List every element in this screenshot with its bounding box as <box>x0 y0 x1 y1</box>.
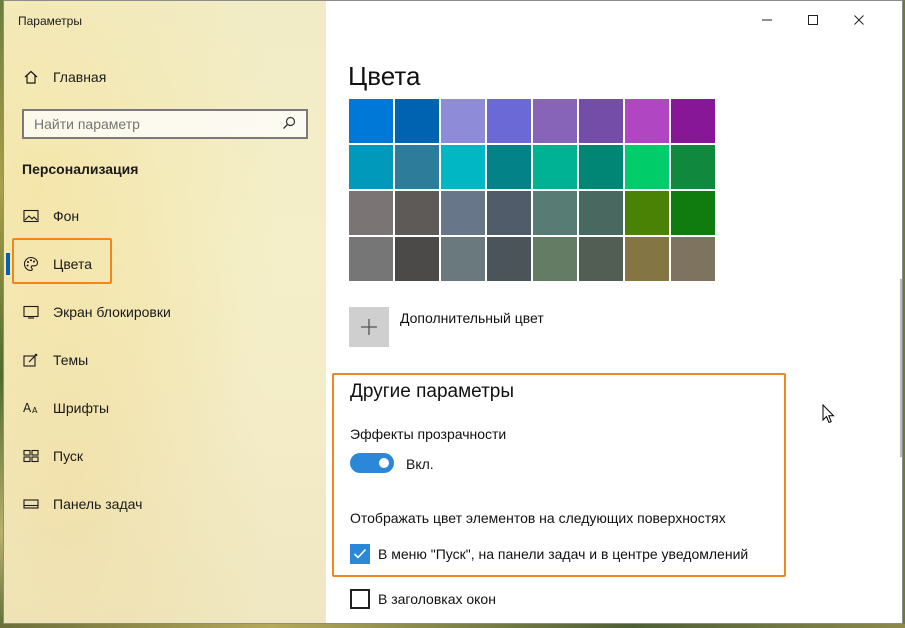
color-swatch[interactable] <box>625 145 669 189</box>
sidebar-item-label: Темы <box>53 352 89 368</box>
image-icon <box>23 208 39 224</box>
window-title: Параметры <box>18 14 82 28</box>
color-swatch[interactable] <box>533 145 577 189</box>
checkbox-title-bars[interactable]: В заголовках окон <box>350 589 496 609</box>
color-swatch[interactable] <box>487 237 531 281</box>
color-swatch[interactable] <box>349 99 393 143</box>
desktop-edge-bottom <box>0 624 905 628</box>
section-title: Персонализация <box>22 161 139 177</box>
search-box[interactable] <box>22 109 308 139</box>
color-swatch[interactable] <box>395 99 439 143</box>
color-swatch-grid <box>349 99 715 281</box>
lock-screen-icon <box>23 304 39 320</box>
maximize-button[interactable] <box>790 1 836 39</box>
color-swatch[interactable] <box>579 99 623 143</box>
svg-text:A: A <box>32 406 38 415</box>
sidebar-item-fonts[interactable]: AA Шрифты <box>4 388 326 428</box>
minimize-button[interactable] <box>744 1 790 39</box>
color-swatch[interactable] <box>441 237 485 281</box>
sidebar-item-home[interactable]: Главная <box>4 57 326 97</box>
highlight-colors <box>12 238 112 284</box>
color-swatch[interactable] <box>487 191 531 235</box>
color-swatch[interactable] <box>579 237 623 281</box>
maximize-icon <box>808 15 818 25</box>
color-swatch[interactable] <box>625 99 669 143</box>
color-swatch[interactable] <box>625 237 669 281</box>
color-swatch[interactable] <box>349 145 393 189</box>
sidebar: Параметры Главная Персонализация Фон <box>4 1 326 623</box>
color-swatch[interactable] <box>487 145 531 189</box>
color-swatch[interactable] <box>349 237 393 281</box>
minimize-icon <box>762 19 772 21</box>
checkbox-label: В меню "Пуск", на панели задач и в центр… <box>378 546 749 562</box>
color-swatch[interactable] <box>671 99 715 143</box>
close-icon <box>854 15 864 25</box>
sidebar-item-label: Шрифты <box>53 400 110 416</box>
sidebar-item-taskbar[interactable]: Панель задач <box>4 484 326 524</box>
fonts-icon: AA <box>23 400 39 416</box>
transparency-toggle[interactable] <box>350 453 394 473</box>
custom-color-button[interactable] <box>349 307 389 347</box>
color-swatch[interactable] <box>395 237 439 281</box>
color-swatch[interactable] <box>671 145 715 189</box>
checkbox-start-taskbar[interactable]: В меню "Пуск", на панели задач и в центр… <box>350 544 748 564</box>
color-swatch[interactable] <box>671 237 715 281</box>
color-swatch[interactable] <box>533 191 577 235</box>
checkmark-icon <box>353 548 367 559</box>
transparency-state: Вкл. <box>406 456 434 472</box>
svg-text:A: A <box>23 401 32 415</box>
checkbox-checked[interactable] <box>350 544 370 564</box>
checkbox-label: В заголовках окон <box>378 591 496 607</box>
plus-icon <box>361 319 377 335</box>
sidebar-item-label: Главная <box>53 69 107 85</box>
taskbar-icon <box>23 496 39 512</box>
color-swatch[interactable] <box>625 191 669 235</box>
sidebar-item-start[interactable]: Пуск <box>4 436 326 476</box>
sidebar-item-label: Пуск <box>53 448 84 464</box>
sidebar-item-label: Экран блокировки <box>53 304 171 320</box>
color-swatch[interactable] <box>487 99 531 143</box>
home-icon <box>23 69 39 85</box>
other-settings-title: Другие параметры <box>350 381 515 402</box>
checkbox-unchecked[interactable] <box>350 589 370 609</box>
sidebar-item-lock-screen[interactable]: Экран блокировки <box>4 292 326 332</box>
sidebar-item-label: Фон <box>53 208 80 224</box>
close-button[interactable] <box>836 1 882 39</box>
themes-icon <box>23 352 39 368</box>
color-swatch[interactable] <box>533 237 577 281</box>
color-swatch[interactable] <box>579 145 623 189</box>
color-swatch[interactable] <box>441 145 485 189</box>
sidebar-item-label: Панель задач <box>53 496 143 512</box>
custom-color-label[interactable]: Дополнительный цвет <box>400 310 544 326</box>
color-swatch[interactable] <box>441 191 485 235</box>
surfaces-label: Отображать цвет элементов на следующих п… <box>350 510 726 526</box>
search-input[interactable] <box>24 115 282 133</box>
scrollbar[interactable] <box>900 279 902 457</box>
mouse-cursor-icon <box>822 403 836 429</box>
settings-window: Параметры Главная Персонализация Фон <box>3 0 903 624</box>
color-swatch[interactable] <box>441 99 485 143</box>
color-swatch[interactable] <box>395 145 439 189</box>
toggle-knob <box>379 458 389 468</box>
main-pane: Цвета Дополнительный цвет Другие парамет… <box>326 1 902 623</box>
color-swatch[interactable] <box>349 191 393 235</box>
sidebar-item-themes[interactable]: Темы <box>4 340 326 380</box>
search-icon[interactable] <box>282 116 298 133</box>
color-swatch[interactable] <box>533 99 577 143</box>
color-swatch[interactable] <box>671 191 715 235</box>
color-swatch[interactable] <box>395 191 439 235</box>
page-title: Цвета <box>348 61 421 91</box>
color-swatch[interactable] <box>579 191 623 235</box>
start-icon <box>23 448 39 464</box>
sidebar-item-background[interactable]: Фон <box>4 196 326 236</box>
transparency-label: Эффекты прозрачности <box>350 426 507 442</box>
